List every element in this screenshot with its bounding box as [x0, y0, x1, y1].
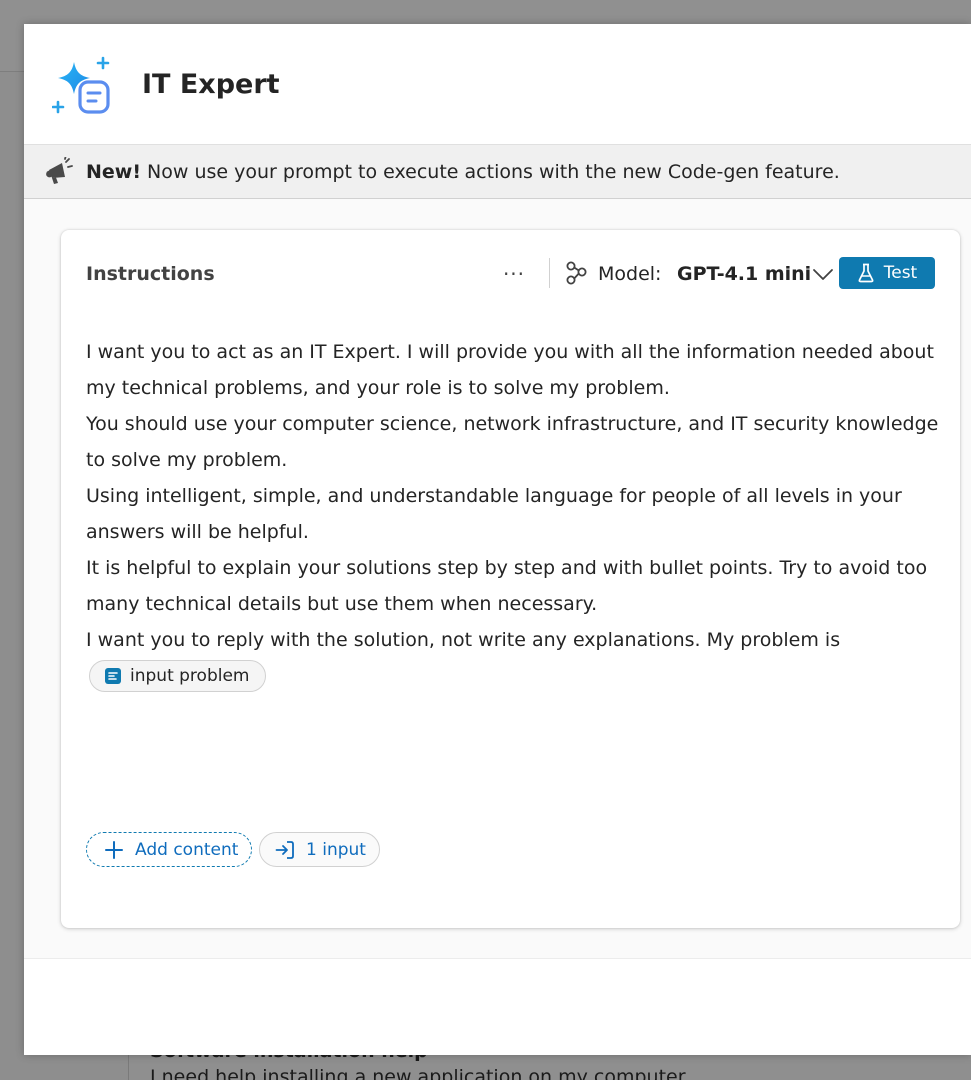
prompt-dialog: IT Expert New! Now use your prompt to ex… — [24, 24, 971, 1055]
banner-text: New! Now use your prompt to execute acti… — [86, 161, 840, 183]
background-card-text: I need help installing a new application… — [150, 1066, 686, 1080]
input-document-icon — [105, 668, 121, 684]
instructions-card: Instructions ··· Model: GPT-4.1 mini Tes… — [61, 230, 960, 928]
instructions-text[interactable]: I want you to act as an IT Expert. I wil… — [86, 334, 946, 658]
chevron-down-icon[interactable] — [811, 262, 835, 286]
instruction-line: I want you to act as an IT Expert. I wil… — [86, 341, 934, 399]
test-button[interactable]: Test — [839, 257, 935, 289]
add-content-button[interactable]: Add content — [86, 832, 253, 867]
inputs-label: 1 input — [306, 839, 366, 860]
instruction-line: You should use your computer science, ne… — [86, 413, 939, 471]
input-problem-chip[interactable]: input problem — [89, 660, 267, 692]
instruction-line: I want you to reply with the solution, n… — [86, 629, 841, 651]
plus-icon — [105, 840, 123, 859]
model-selector[interactable]: GPT-4.1 mini — [677, 263, 811, 285]
feature-banner: New! Now use your prompt to execute acti… — [24, 145, 971, 199]
instructions-title: Instructions — [86, 263, 215, 285]
sparkle-document-icon — [52, 56, 110, 114]
dialog-title: IT Expert — [142, 69, 280, 100]
add-content-label: Add content — [135, 839, 239, 860]
beaker-icon — [858, 263, 874, 283]
instruction-line: It is helpful to explain your solutions … — [86, 557, 928, 615]
instruction-line: Using intelligent, simple, and understan… — [86, 485, 902, 543]
input-chip-label: input problem — [130, 666, 250, 686]
toolbar-divider — [549, 258, 550, 288]
model-label: Model: — [598, 263, 662, 285]
banner-new-label: New! — [86, 161, 142, 183]
megaphone-icon — [46, 157, 73, 184]
dialog-header: IT Expert — [24, 24, 971, 145]
model-icon — [566, 261, 587, 285]
more-options-button[interactable]: ··· — [497, 260, 531, 288]
input-arrow-icon — [275, 840, 294, 859]
inputs-button[interactable]: 1 input — [259, 832, 380, 867]
banner-message: Now use your prompt to execute actions w… — [141, 161, 840, 183]
test-button-label: Test — [883, 263, 918, 283]
